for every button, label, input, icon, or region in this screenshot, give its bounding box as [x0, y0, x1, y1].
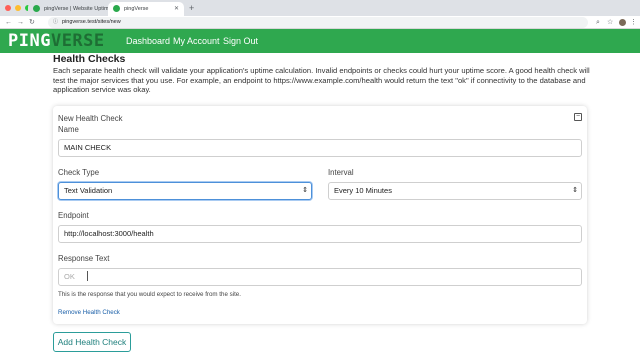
url-text: pingverse.test/sites/new	[62, 19, 121, 25]
check-type-label: Check Type	[58, 168, 100, 177]
search-icon[interactable]: ⌕	[596, 16, 600, 29]
add-health-check-button[interactable]: Add Health Check	[53, 332, 131, 352]
health-check-card: New Health Check − Name MAIN CHECK Check…	[53, 106, 587, 324]
info-icon: ⓘ	[53, 19, 59, 25]
section-description: Each separate health check will validate…	[53, 66, 590, 95]
check-type-select[interactable]: Text Validation ⇕	[58, 182, 312, 200]
address-bar-row: ← → ↻ ⓘ pingverse.test/sites/new ⌕ ☆ ⋮	[0, 16, 640, 29]
close-window-button[interactable]	[5, 5, 11, 11]
name-input[interactable]: MAIN CHECK	[58, 139, 582, 157]
profile-avatar[interactable]	[619, 19, 626, 26]
browser-tab-active[interactable]: pingVerse ✕	[108, 2, 184, 16]
response-placeholder: OK	[64, 272, 75, 281]
brand-part-1: PING	[8, 31, 51, 51]
bookmark-star-icon[interactable]: ☆	[607, 16, 613, 29]
favicon-icon	[33, 5, 40, 12]
minimize-window-button[interactable]	[15, 5, 21, 11]
favicon-icon	[113, 5, 120, 12]
url-field[interactable]: ⓘ pingverse.test/sites/new	[48, 17, 588, 28]
check-type-value: Text Validation	[64, 186, 113, 195]
nav-my-account-link[interactable]: My Account	[173, 29, 220, 53]
section-heading: Health Checks	[53, 53, 126, 65]
tab-title: pingVerse	[124, 6, 149, 12]
app-header: PINGVERSE Dashboard My Account Sign Out	[0, 29, 640, 53]
forward-icon[interactable]: →	[17, 16, 24, 29]
card-title: New Health Check	[58, 114, 123, 123]
text-cursor	[87, 271, 88, 281]
nav-sign-out-link[interactable]: Sign Out	[223, 29, 258, 53]
close-tab-icon[interactable]: ✕	[174, 2, 179, 16]
browser-tab-bar: pingVerse | Website Uptime M... pingVers…	[0, 0, 640, 16]
name-label: Name	[58, 125, 79, 134]
endpoint-label: Endpoint	[58, 211, 89, 220]
response-help-text: This is the response that you would expe…	[58, 291, 241, 298]
interval-value: Every 10 Minutes	[334, 186, 392, 195]
reload-icon[interactable]: ↻	[29, 16, 35, 29]
name-value: MAIN CHECK	[64, 143, 112, 152]
back-icon[interactable]: ←	[5, 16, 12, 29]
interval-select[interactable]: Every 10 Minutes ⇕	[328, 182, 582, 200]
endpoint-value: http://localhost:3000/health	[64, 229, 154, 238]
new-tab-button[interactable]: +	[189, 1, 194, 15]
collapse-icon[interactable]: −	[574, 113, 582, 121]
nav-dashboard-link[interactable]: Dashboard	[126, 29, 170, 53]
response-text-input[interactable]: OK	[58, 268, 582, 286]
select-arrows-icon: ⇕	[572, 187, 578, 194]
interval-label: Interval	[328, 168, 354, 177]
select-arrows-icon: ⇕	[302, 187, 308, 194]
menu-icon[interactable]: ⋮	[630, 16, 637, 29]
brand-logo[interactable]: PINGVERSE	[8, 32, 105, 50]
response-text-label: Response Text	[58, 254, 110, 263]
endpoint-input[interactable]: http://localhost:3000/health	[58, 225, 582, 243]
remove-health-check-link[interactable]: Remove Health Check	[58, 309, 120, 316]
brand-part-2: VERSE	[50, 31, 105, 51]
